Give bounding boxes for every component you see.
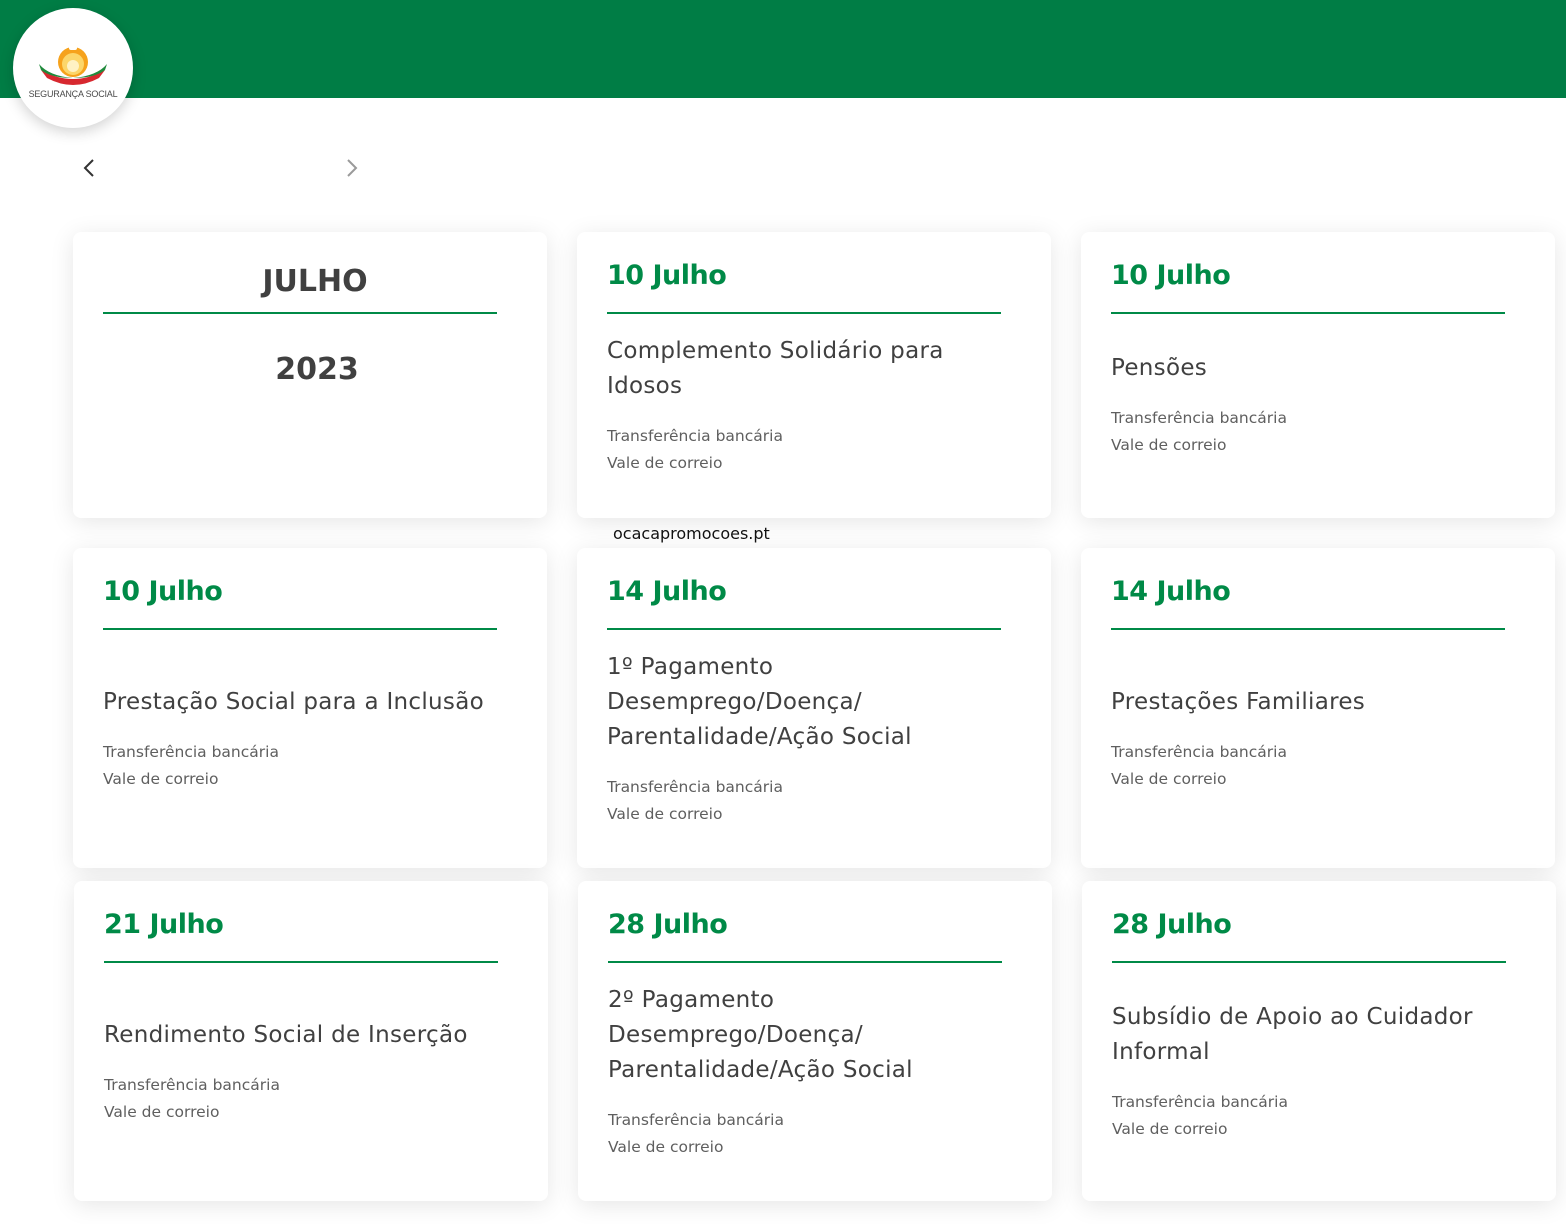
payment-card[interactable]: 14 Julho 1º Pagamento Desemprego/Doença/… [577, 548, 1051, 868]
month-divider [103, 312, 497, 314]
payment-date: 21 Julho [104, 909, 224, 940]
payment-card[interactable]: 10 Julho Pensões Transferência bancária … [1081, 232, 1555, 518]
month-year: 2023 [275, 352, 359, 387]
payment-title: Pensões [1111, 355, 1208, 381]
payment-title: Subsídio de Apoio ao Cuidador Informal [1112, 1004, 1473, 1065]
payment-card[interactable]: 28 Julho Subsídio de Apoio ao Cuidador I… [1082, 881, 1556, 1201]
card-divider [104, 961, 498, 963]
payment-methods: Transferência bancária Vale de correio [1112, 1093, 1288, 1138]
card-divider [1112, 961, 1506, 963]
payment-date: 14 Julho [1111, 576, 1231, 607]
seguranca-social-logo[interactable]: SEGURANÇA SOCIAL [13, 8, 133, 128]
payment-methods: Transferência bancária Vale de correio [103, 743, 279, 788]
payment-card[interactable]: 28 Julho 2º Pagamento Desemprego/Doença/… [578, 881, 1052, 1201]
card-divider [103, 628, 497, 630]
payment-card[interactable]: 14 Julho Prestações Familiares Transferê… [1081, 548, 1555, 868]
next-month-button[interactable] [338, 154, 366, 182]
payment-date: 10 Julho [103, 576, 223, 607]
payment-date: 14 Julho [607, 576, 727, 607]
payment-methods: Transferência bancária Vale de correio [607, 778, 783, 823]
payment-methods: Transferência bancária Vale de correio [607, 427, 783, 472]
card-divider [1111, 628, 1505, 630]
payment-title: Prestações Familiares [1111, 689, 1366, 715]
payment-title: Complemento Solidário para Idosos [607, 338, 944, 399]
payment-card[interactable]: 10 Julho Complemento Solidário para Idos… [577, 232, 1051, 518]
top-header-bar [0, 0, 1566, 98]
payment-title: Rendimento Social de Inserção [104, 1022, 468, 1048]
logo-text: SEGURANÇA SOCIAL [28, 88, 118, 99]
card-divider [1111, 312, 1505, 314]
month-card: JULHO 2023 [73, 232, 547, 518]
sun-emblem-icon [39, 43, 107, 85]
month-name: JULHO [262, 264, 368, 299]
payment-card[interactable]: 21 Julho Rendimento Social de Inserção T… [74, 881, 548, 1201]
payment-title: 1º Pagamento Desemprego/Doença/ Parental… [607, 654, 912, 750]
payment-methods: Transferência bancária Vale de correio [1111, 743, 1287, 788]
payment-date: 28 Julho [1112, 909, 1232, 940]
watermark-text: ocacapromocoes.pt [613, 524, 770, 543]
payment-methods: Transferência bancária Vale de correio [104, 1076, 280, 1121]
chevron-left-icon [83, 159, 94, 177]
payment-card[interactable]: 10 Julho Prestação Social para a Inclusã… [73, 548, 547, 868]
payment-title: Prestação Social para a Inclusão [103, 689, 484, 715]
card-divider [607, 628, 1001, 630]
card-divider [607, 312, 1001, 314]
chevron-right-icon [347, 159, 358, 177]
previous-month-button[interactable] [75, 154, 103, 182]
payment-date: 28 Julho [608, 909, 728, 940]
payment-title: 2º Pagamento Desemprego/Doença/ Parental… [608, 987, 913, 1083]
payment-methods: Transferência bancária Vale de correio [608, 1111, 784, 1156]
payment-methods: Transferência bancária Vale de correio [1111, 409, 1287, 454]
card-divider [608, 961, 1002, 963]
payment-date: 10 Julho [607, 260, 727, 291]
payment-date: 10 Julho [1111, 260, 1231, 291]
